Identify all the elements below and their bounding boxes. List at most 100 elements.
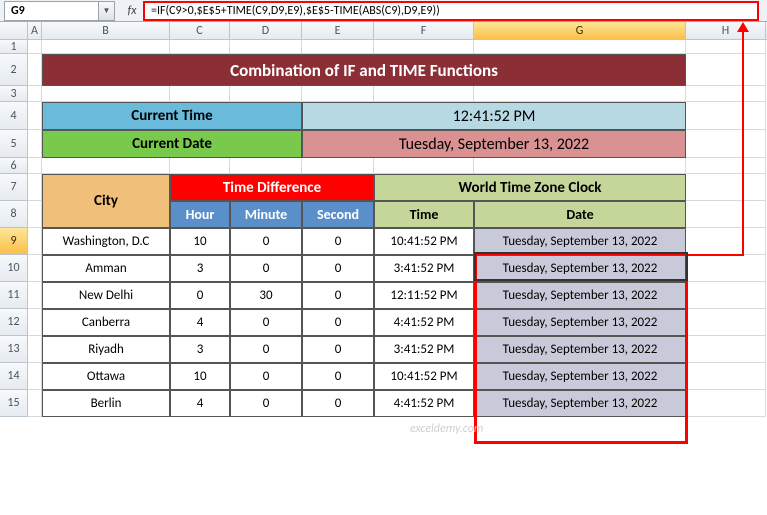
row-header-8[interactable]: 8 <box>0 201 28 228</box>
time-header[interactable]: Time <box>374 201 474 228</box>
hour-cell[interactable]: 3 <box>170 255 230 282</box>
cell[interactable] <box>170 158 230 174</box>
name-box-dropdown[interactable]: ▼ <box>99 1 115 21</box>
cell[interactable] <box>28 309 42 336</box>
date-cell[interactable]: Tuesday, September 13, 2022 <box>474 309 686 336</box>
cell[interactable] <box>42 158 170 174</box>
row-header[interactable]: 15 <box>0 390 28 417</box>
cell[interactable] <box>28 282 42 309</box>
cell[interactable] <box>686 282 766 309</box>
row-header[interactable]: 11 <box>0 282 28 309</box>
city-cell[interactable]: New Delhi <box>42 282 170 309</box>
cell[interactable] <box>28 158 42 174</box>
minute-cell[interactable]: 30 <box>230 282 302 309</box>
hour-header[interactable]: Hour <box>170 201 230 228</box>
col-header-A[interactable]: A <box>28 22 42 39</box>
current-date-label[interactable]: Current Date <box>42 130 302 158</box>
cell[interactable] <box>230 158 302 174</box>
cell[interactable] <box>686 40 766 54</box>
cell[interactable] <box>302 158 374 174</box>
cell[interactable] <box>686 201 766 228</box>
minute-cell[interactable]: 0 <box>230 363 302 390</box>
cell[interactable] <box>170 40 230 54</box>
cell[interactable] <box>28 174 42 201</box>
city-cell[interactable]: Riyadh <box>42 336 170 363</box>
cell[interactable] <box>474 86 686 102</box>
col-header-H[interactable]: H <box>686 22 766 39</box>
cell[interactable] <box>302 86 374 102</box>
time-cell[interactable]: 10:41:52 PM <box>374 363 474 390</box>
row-header-5[interactable]: 5 <box>0 130 28 158</box>
minute-cell[interactable]: 0 <box>230 255 302 282</box>
world-clock-header[interactable]: World Time Zone Clock <box>374 174 686 201</box>
col-header-C[interactable]: C <box>170 22 230 39</box>
city-header[interactable]: City <box>42 174 170 228</box>
hour-cell[interactable]: 4 <box>170 390 230 417</box>
row-header-2[interactable]: 2 <box>0 54 28 86</box>
hour-cell[interactable]: 10 <box>170 363 230 390</box>
current-date-value[interactable]: Tuesday, September 13, 2022 <box>302 130 686 158</box>
second-cell[interactable]: 0 <box>302 255 374 282</box>
hour-cell[interactable]: 4 <box>170 309 230 336</box>
formula-bar[interactable]: =IF(C9>0,$E$5+TIME(C9,D9,E9),$E$5-TIME(A… <box>143 1 759 21</box>
cell[interactable] <box>686 158 766 174</box>
cell[interactable] <box>28 86 42 102</box>
current-time-value[interactable]: 12:41:52 PM <box>302 102 686 130</box>
col-header-G[interactable]: G <box>474 22 686 39</box>
row-header[interactable]: 13 <box>0 336 28 363</box>
hour-cell[interactable]: 0 <box>170 282 230 309</box>
cell[interactable] <box>686 102 766 130</box>
cell[interactable] <box>28 228 42 255</box>
minute-cell[interactable]: 0 <box>230 309 302 336</box>
cell[interactable] <box>374 158 474 174</box>
cell[interactable] <box>28 54 42 86</box>
cell[interactable] <box>686 309 766 336</box>
time-cell[interactable]: 10:41:52 PM <box>374 228 474 255</box>
city-cell[interactable]: Canberra <box>42 309 170 336</box>
cell[interactable] <box>474 40 686 54</box>
col-header-F[interactable]: F <box>374 22 474 39</box>
time-cell[interactable]: 12:11:52 PM <box>374 282 474 309</box>
cell[interactable] <box>686 86 766 102</box>
second-cell[interactable]: 0 <box>302 228 374 255</box>
second-cell[interactable]: 0 <box>302 363 374 390</box>
cell[interactable] <box>28 363 42 390</box>
cell[interactable] <box>686 174 766 201</box>
cell[interactable] <box>42 40 170 54</box>
current-time-label[interactable]: Current Time <box>42 102 302 130</box>
col-header-D[interactable]: D <box>230 22 302 39</box>
minute-cell[interactable]: 0 <box>230 228 302 255</box>
row-header-1[interactable]: 1 <box>0 40 28 54</box>
select-all-corner[interactable] <box>0 22 28 39</box>
cell[interactable] <box>474 158 686 174</box>
cell[interactable] <box>686 228 766 255</box>
row-header-7[interactable]: 7 <box>0 174 28 201</box>
cell[interactable] <box>42 86 170 102</box>
date-header[interactable]: Date <box>474 201 686 228</box>
cell[interactable] <box>28 40 42 54</box>
cell[interactable] <box>28 336 42 363</box>
row-header-6[interactable]: 6 <box>0 158 28 174</box>
cell[interactable] <box>686 255 766 282</box>
cell[interactable] <box>686 336 766 363</box>
cell[interactable] <box>230 86 302 102</box>
cell[interactable] <box>686 54 766 86</box>
date-cell[interactable]: Tuesday, September 13, 2022 <box>474 336 686 363</box>
city-cell[interactable]: Washington, D.C <box>42 228 170 255</box>
cell[interactable] <box>28 102 42 130</box>
name-box[interactable]: G9 <box>4 1 99 21</box>
row-header[interactable]: 12 <box>0 309 28 336</box>
second-cell[interactable]: 0 <box>302 282 374 309</box>
date-cell[interactable]: Tuesday, September 13, 2022 <box>474 363 686 390</box>
minute-cell[interactable]: 0 <box>230 390 302 417</box>
col-header-B[interactable]: B <box>42 22 170 39</box>
cell[interactable] <box>686 390 766 417</box>
second-header[interactable]: Second <box>302 201 374 228</box>
city-cell[interactable]: Ottawa <box>42 363 170 390</box>
date-cell[interactable]: Tuesday, September 13, 2022 <box>474 255 686 282</box>
cell[interactable] <box>28 130 42 158</box>
row-header-4[interactable]: 4 <box>0 102 28 130</box>
date-cell[interactable]: Tuesday, September 13, 2022 <box>474 390 686 417</box>
time-difference-header[interactable]: Time Difference <box>170 174 374 201</box>
hour-cell[interactable]: 10 <box>170 228 230 255</box>
